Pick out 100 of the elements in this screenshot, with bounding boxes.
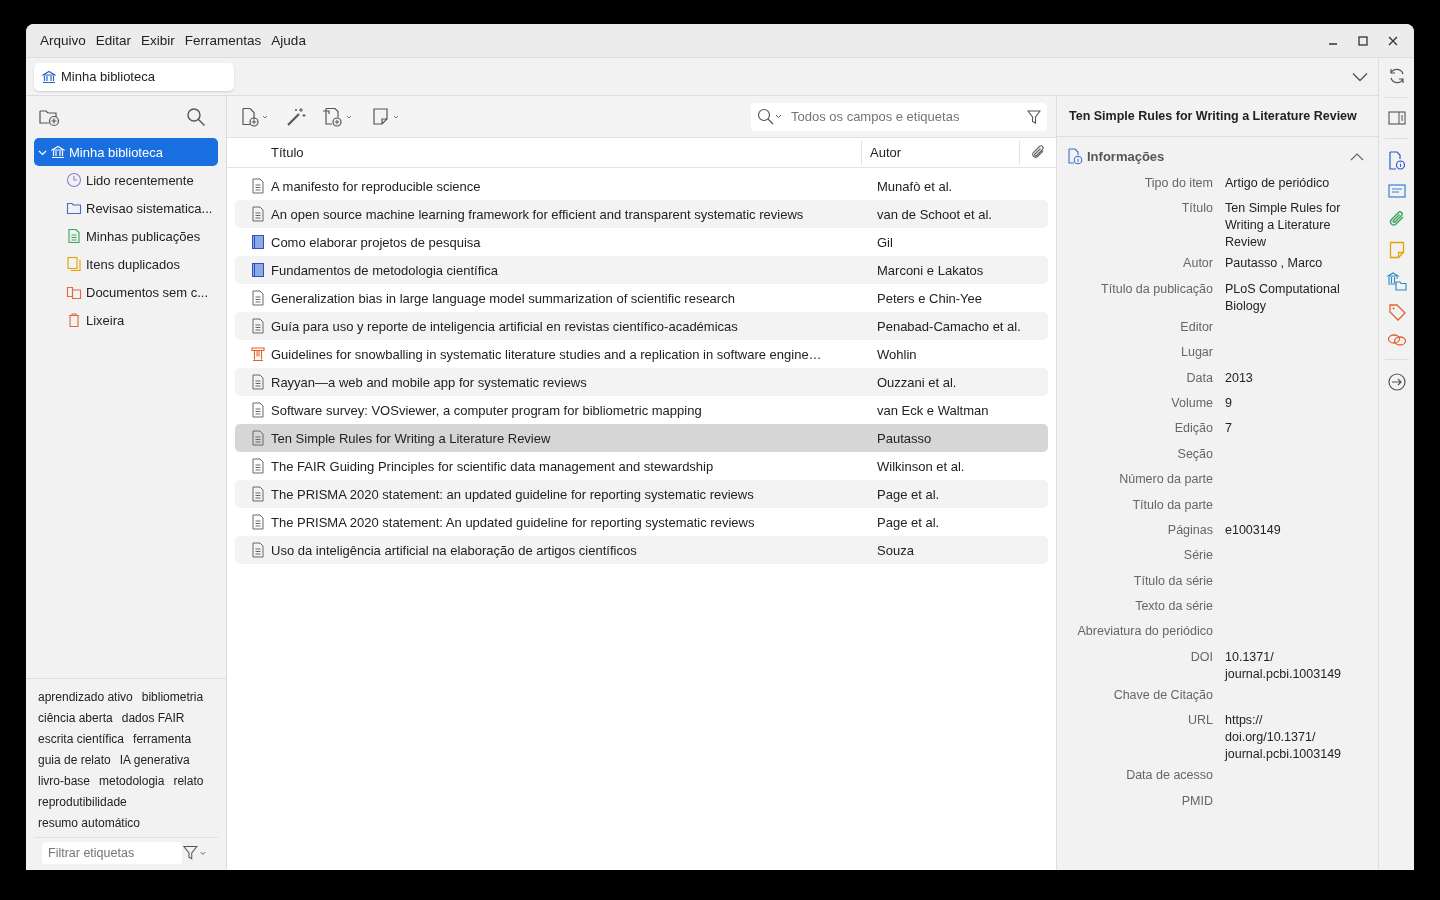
field-value[interactable]: 7 (1225, 416, 1345, 438)
title-cell-text: Generalization bias in large language model summarization of scientific research (271, 290, 736, 306)
author-cell-text: Peters e Chin-Yee (876, 290, 984, 306)
field-label: Volume (1170, 394, 1213, 412)
item-row[interactable]: The PRISMA 2020 statement: An updated guideline for reporting systematic reviews Page et al. (235, 508, 1048, 536)
item-row[interactable]: Guía para uso y reporte de inteligencia artificial en revistas científico-académicas Penabad-Camacho et al. (235, 312, 1048, 340)
document-icon (252, 514, 264, 530)
filter-dropdown-icon[interactable] (182, 844, 208, 862)
field-label: Título (1180, 200, 1213, 218)
tag-item[interactable]: dados FAIR (121, 708, 185, 729)
locate-icon[interactable] (1386, 372, 1407, 392)
library-tab[interactable]: Minha biblioteca (34, 62, 234, 91)
field-value[interactable]: 9 (1225, 390, 1345, 412)
item-row[interactable]: Como elaborar projetos de pesquisa Gil (235, 228, 1048, 256)
tag-item[interactable]: relato (173, 771, 204, 792)
field-value[interactable]: PLoS Computational Biology (1225, 276, 1345, 315)
title-cell-text: The FAIR Guiding Principles for scientific data management and stewardship (271, 458, 715, 474)
item-row[interactable]: Ten Simple Rules for Writing a Literature Review Pautasso (235, 424, 1048, 452)
column-header[interactable]: Autor (862, 140, 1020, 165)
author-cell-text: Page et al. (876, 486, 941, 502)
collection-item[interactable]: Minhas publicações (34, 222, 218, 250)
field-label: Chave de Citação (1112, 686, 1213, 704)
title-cell-text: Software survey: VOSviewer, a computer program for bibliometric mapping (271, 402, 703, 418)
library-icon (51, 145, 65, 159)
document-icon (252, 374, 264, 390)
chevron-down-icon[interactable] (1352, 71, 1368, 82)
info-section-header[interactable]: Informações (1067, 143, 1366, 169)
item-title: Ten Simple Rules for Writing a Literature Review (1057, 96, 1378, 137)
new-note-icon[interactable] (371, 106, 401, 127)
field-value[interactable]: e1003149 (1225, 517, 1345, 539)
field-value[interactable]: Pautasso , Marco (1225, 251, 1345, 273)
menu-item[interactable]: Ajuda (271, 33, 312, 48)
field-label: URL (1187, 712, 1213, 730)
tag-item[interactable]: bibliometria (141, 687, 204, 708)
collection-item[interactable]: Lixeira (34, 306, 218, 334)
tag-icon[interactable] (1387, 303, 1406, 321)
field-value[interactable]: Ten Simple Rules for Writing a Literature Review (1225, 196, 1345, 252)
item-row[interactable]: Generalization bias in large language model summarization of scientific research Peters e Chin-Yee (235, 284, 1048, 312)
collection-item[interactable]: Itens duplicados (34, 250, 218, 278)
paperclip-icon[interactable] (1387, 211, 1406, 229)
item-row[interactable]: A manifesto for reproducible science Munafò et al. (235, 172, 1048, 200)
collection-item[interactable]: Lido recentemente (34, 166, 218, 194)
pane-toggle-icon[interactable] (1387, 110, 1406, 126)
tag-filter-field[interactable]: Filtrar etiquetas (42, 842, 182, 864)
new-collection-icon[interactable] (38, 107, 60, 127)
tag-item[interactable]: resumo automático (38, 813, 141, 834)
title-cell-text: The PRISMA 2020 statement: An updated guideline for reporting systematic reviews (271, 514, 756, 530)
link-icon[interactable] (1386, 333, 1407, 347)
field-label: Série (1182, 547, 1213, 565)
tag-item[interactable]: guia de relato (38, 750, 111, 771)
stacked-pages-icon (66, 284, 82, 300)
sync-icon[interactable] (1387, 67, 1406, 85)
menu-item[interactable]: Ferramentas (184, 33, 268, 48)
close-icon[interactable] (1388, 35, 1398, 46)
menu-item[interactable]: Editar (95, 33, 138, 48)
info-document-icon[interactable] (1387, 151, 1406, 171)
maximize-icon[interactable] (1358, 35, 1368, 46)
magic-wand-icon[interactable] (285, 106, 307, 127)
field-value[interactable]: https:// doi.org/10.1371/ journal.pcbi.1003149 (1225, 708, 1345, 764)
search-icon[interactable] (186, 107, 206, 127)
filter-icon[interactable] (1027, 108, 1041, 125)
tag-item[interactable]: metodologia (99, 771, 165, 792)
paperclip-icon[interactable] (1030, 144, 1046, 161)
tag-item[interactable]: aprendizado ativo (38, 687, 133, 708)
tag-item[interactable]: ferramenta (133, 729, 192, 750)
library-folder-icon[interactable] (1386, 271, 1407, 291)
field-value[interactable]: 10.1371/ journal.pcbi.1003149 (1225, 644, 1345, 683)
item-row[interactable]: Rayyan—a web and mobile app for systematic reviews Ouzzani et al. (235, 368, 1048, 396)
field-label: Abreviatura do periódico (1076, 623, 1213, 641)
tag-item[interactable]: reprodutibilidade (38, 792, 127, 813)
tag-item[interactable]: ciência aberta (38, 708, 113, 729)
menu-item[interactable]: Exibir (141, 33, 181, 48)
author-cell-text: Wilkinson et al. (876, 458, 966, 474)
tag-item[interactable]: IA generativa (119, 750, 190, 771)
column-header[interactable]: Título (227, 140, 862, 165)
field-label: Título da publicação (1100, 280, 1213, 298)
search-icon[interactable] (757, 107, 783, 126)
field-value[interactable]: 2013 (1225, 365, 1345, 387)
item-row[interactable]: An open source machine learning framework for efficient and transparent systematic reviews van de Schoot et al. (235, 200, 1048, 228)
item-row[interactable]: Software survey: VOSviewer, a computer program for bibliometric mapping van Eck e Waltman (235, 396, 1048, 424)
tag-item[interactable]: livro-base (38, 771, 91, 792)
collection-item[interactable]: Documentos sem c... (34, 278, 218, 306)
field-value[interactable]: Artigo de periódico (1225, 171, 1345, 192)
title-cell-text: A manifesto for reproducible science (271, 178, 482, 194)
title-cell-text: Rayyan—a web and mobile app for systematic reviews (271, 374, 588, 390)
author-cell-text: Gil (876, 234, 894, 250)
collection-item[interactable]: Revisao sistematica... (34, 194, 218, 222)
item-row[interactable]: Guidelines for snowballing in systematic literature studies and a replication in software engine… Wohlin (235, 340, 1048, 368)
menu-item[interactable]: Arquivo (40, 33, 92, 48)
item-row[interactable]: The FAIR Guiding Principles for scientific data management and stewardship Wilkinson et al. (235, 452, 1048, 480)
tag-item[interactable]: escrita científica (38, 729, 125, 750)
search-field[interactable]: Todos os campos e etiquetas (751, 102, 1047, 131)
chevron-icon[interactable] (1350, 151, 1364, 161)
document-icon (252, 206, 264, 222)
title-cell-text: Como elaborar projetos de pesquisa (271, 234, 482, 250)
field-label: Tipo do item (1143, 175, 1213, 192)
collection-item[interactable]: Minha biblioteca (34, 138, 218, 166)
item-row[interactable]: The PRISMA 2020 statement: an updated guideline for reporting systematic reviews Page et al. (235, 480, 1048, 508)
item-row[interactable]: Fundamentos de metodologia científica Marconi e Lakatos (235, 256, 1048, 284)
item-row[interactable]: Uso da inteligência artificial na elaboração de artigos científicos Souza (235, 536, 1048, 564)
